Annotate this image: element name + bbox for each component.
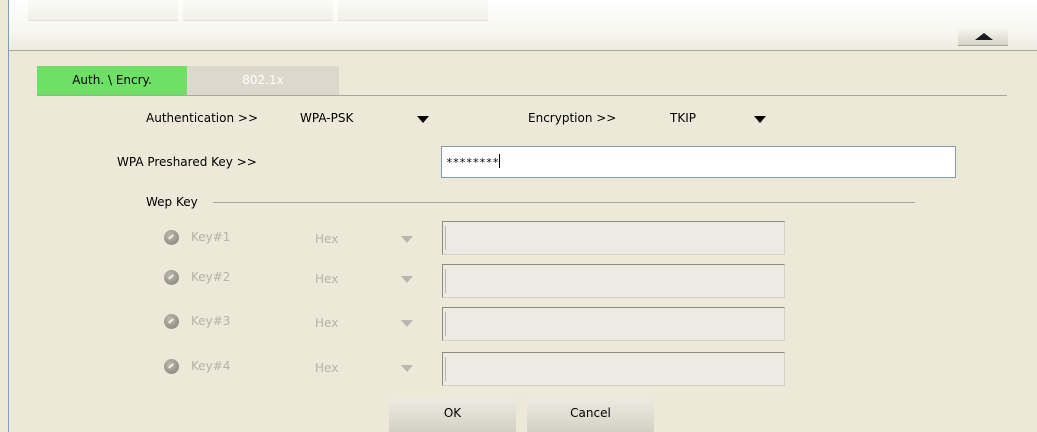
authentication-value: WPA-PSK (300, 111, 354, 125)
preshared-key-value: ******** (446, 156, 499, 169)
preshared-key-input[interactable]: ******** (441, 146, 956, 178)
encryption-label: Encryption >> (528, 111, 617, 125)
left-border (8, 0, 9, 432)
top-tab-3[interactable] (338, 0, 488, 21)
collapse-button[interactable] (958, 28, 1008, 46)
tab-divider (37, 95, 1007, 96)
key2-format[interactable]: Hex (315, 272, 338, 286)
chevron-down-icon (417, 116, 429, 123)
wep-key-group-label: Wep Key (146, 195, 198, 209)
key3-label: Key#3 (191, 314, 231, 328)
chevron-down-icon[interactable] (401, 365, 413, 372)
key1-label: Key#1 (191, 230, 231, 244)
key3-format[interactable]: Hex (315, 316, 338, 330)
key1-input[interactable] (442, 221, 785, 255)
tab-auth-encry[interactable]: Auth. \ Encry. (37, 66, 187, 95)
encryption-select[interactable]: TKIP (667, 106, 777, 130)
wep-key-group-line (213, 202, 915, 203)
chevron-down-icon[interactable] (401, 276, 413, 283)
chevron-down-icon (754, 116, 766, 123)
top-tab-2[interactable] (183, 0, 333, 21)
key1-radio-icon[interactable] (164, 230, 179, 245)
key4-label: Key#4 (191, 359, 231, 373)
chevron-up-icon (975, 33, 993, 40)
ok-button[interactable]: OK (389, 398, 516, 432)
chevron-down-icon[interactable] (401, 236, 413, 243)
key4-input[interactable] (442, 352, 785, 386)
key3-input[interactable] (442, 307, 785, 341)
key4-radio-icon[interactable] (164, 359, 179, 374)
top-tab-1[interactable] (28, 0, 178, 21)
cancel-button[interactable]: Cancel (527, 398, 654, 432)
preshared-key-label: WPA Preshared Key >> (117, 155, 257, 169)
key2-label: Key#2 (191, 270, 231, 284)
key2-input[interactable] (442, 264, 785, 298)
text-cursor (498, 154, 500, 168)
tab-8021x[interactable]: 802.1x (187, 66, 339, 95)
chevron-down-icon[interactable] (401, 320, 413, 327)
encryption-value: TKIP (670, 111, 696, 125)
key1-format[interactable]: Hex (315, 232, 338, 246)
authentication-select[interactable]: WPA-PSK (297, 106, 447, 130)
key3-radio-icon[interactable] (164, 314, 179, 329)
key2-radio-icon[interactable] (164, 270, 179, 285)
authentication-label: Authentication >> (146, 111, 259, 125)
header-divider (9, 50, 1037, 51)
key4-format[interactable]: Hex (315, 361, 338, 375)
